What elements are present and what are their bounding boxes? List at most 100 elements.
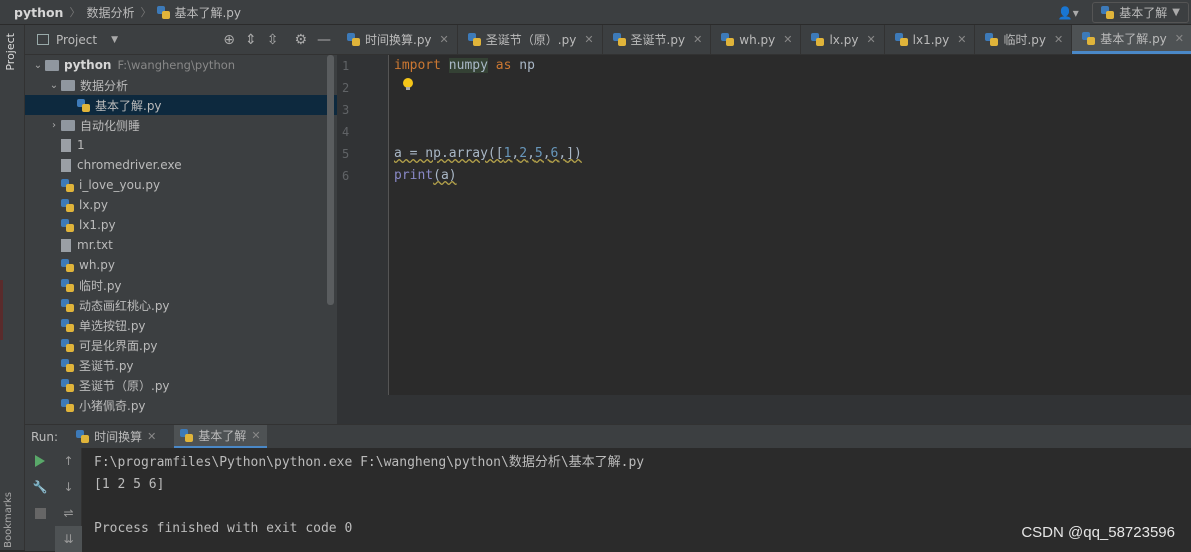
code-line-6[interactable]: print(a) (394, 165, 1191, 187)
close-icon[interactable]: ✕ (866, 33, 875, 46)
editor-tab[interactable]: lx1.py ✕ (885, 25, 976, 54)
tree-item[interactable]: wh.py (25, 255, 337, 275)
locate-icon[interactable]: ⊕ (223, 32, 235, 48)
python-file-icon (811, 33, 825, 46)
chevron-icon[interactable]: › (47, 120, 61, 131)
tree-item[interactable]: chromedriver.exe (25, 155, 337, 175)
project-view-icon (37, 34, 49, 45)
left-tool-strip: Project Bookmarks (0, 25, 25, 550)
tree-item[interactable]: › 自动化侧睡 (25, 115, 337, 135)
editor-tab[interactable]: lx.py ✕ (801, 25, 885, 54)
tree-item[interactable]: 可是化界面.py (25, 335, 337, 355)
code-line-1[interactable]: import numpy as np (394, 55, 1191, 77)
tree-item[interactable]: 动态画红桃心.py (25, 295, 337, 315)
close-icon[interactable]: ✕ (440, 33, 449, 46)
builtin-function: print (394, 168, 434, 183)
run-tool-window: Run: 时间换算 ✕ 基本了解 ✕ 🔧 ↑ ↓ ⇌ ⇊ F:\programfile… (25, 424, 1191, 552)
editor-tab[interactable]: wh.py ✕ (711, 25, 802, 54)
chevron-icon[interactable]: ⌄ (31, 60, 45, 71)
wrap-icon: ⇌ (63, 506, 74, 520)
project-view-selector[interactable]: Project (56, 33, 97, 47)
tree-item[interactable]: 临时.py (25, 275, 337, 295)
folder-icon (45, 59, 59, 71)
close-icon[interactable]: ✕ (584, 33, 593, 46)
code-line-3[interactable] (394, 99, 1191, 121)
project-scrollbar[interactable] (327, 55, 334, 305)
stop-button[interactable] (25, 500, 55, 526)
python-file-icon (61, 318, 74, 332)
tree-item[interactable]: 圣诞节（原）.py (25, 375, 337, 395)
tree-item[interactable]: 单选按钮.py (25, 315, 337, 335)
run-tab[interactable]: 时间换算 ✕ (70, 425, 162, 448)
close-icon[interactable]: ✕ (783, 33, 792, 46)
code-line-5[interactable]: a = np.array([1,2,5,6,]) (394, 143, 1191, 165)
soft-wrap-button[interactable]: ⇌ (55, 500, 82, 526)
line-number: 1 (342, 59, 350, 73)
close-icon[interactable]: ✕ (147, 430, 156, 443)
rerun-button[interactable] (25, 448, 55, 474)
chevron-icon[interactable]: ⌄ (47, 80, 61, 91)
tree-item[interactable]: lx.py (25, 195, 337, 215)
scroll-up-button[interactable]: ↑ (55, 448, 82, 474)
breadcrumb-file[interactable]: 基本了解.py (174, 4, 241, 21)
editor-tab[interactable]: 圣诞节.py ✕ (603, 25, 712, 54)
settings-button[interactable]: 🔧 (25, 474, 55, 500)
user-menu-button[interactable]: 👤▾ (1052, 3, 1084, 23)
close-icon[interactable]: ✕ (957, 33, 966, 46)
editor-tab[interactable]: 圣诞节（原）.py ✕ (458, 25, 603, 54)
text-file-icon (61, 158, 71, 172)
project-tool-tab[interactable]: Project (4, 33, 17, 71)
tree-item[interactable]: 基本了解.py (25, 95, 337, 115)
close-icon[interactable]: ✕ (1054, 33, 1063, 46)
keyword: as (495, 58, 512, 73)
python-file-icon (61, 378, 74, 392)
folder-icon (61, 119, 75, 131)
code-line-2[interactable] (394, 77, 1191, 99)
tree-item-path: F:\wangheng\python (117, 58, 236, 72)
breadcrumb-separator-icon: 〉 (140, 6, 152, 19)
gear-icon[interactable]: ⚙ (294, 32, 307, 48)
tree-item[interactable]: ⌄ 数据分析 (25, 75, 337, 95)
close-icon[interactable]: ✕ (251, 429, 260, 442)
tree-item[interactable]: 圣诞节.py (25, 355, 337, 375)
editor-tab-label: 时间换算.py (365, 33, 432, 47)
run-configuration-selector[interactable]: 基本了解 ▼ (1092, 2, 1189, 23)
editor-tab[interactable]: 时间换算.py ✕ (337, 25, 458, 54)
hide-icon[interactable]: — (317, 32, 331, 48)
breadcrumb-root[interactable]: python (14, 5, 63, 20)
wrench-icon: 🔧 (32, 480, 48, 494)
expand-all-icon[interactable]: ⇕ (245, 32, 257, 48)
bookmarks-tool-tab[interactable]: Bookmarks (3, 492, 14, 548)
tree-item[interactable]: i_love_you.py (25, 175, 337, 195)
tree-item[interactable]: mr.txt (25, 235, 337, 255)
tree-item[interactable]: ⌄ python F:\wangheng\python (25, 55, 337, 75)
python-file-icon (347, 33, 360, 46)
console-output[interactable]: F:\programfiles\Python\python.exe F:\wan… (94, 452, 644, 540)
breadcrumb-folder[interactable]: 数据分析 (86, 4, 134, 21)
close-icon[interactable]: ✕ (693, 33, 702, 46)
editor-tab[interactable]: 基本了解.py ✕ (1072, 25, 1191, 54)
code-text: a = np.array([ (394, 146, 504, 161)
tree-item[interactable]: 1 (25, 135, 337, 155)
number: 2 (519, 146, 528, 161)
run-header: Run: 时间换算 ✕ 基本了解 ✕ (25, 425, 1191, 448)
lightbulb-icon[interactable] (403, 78, 413, 91)
editor-tab[interactable]: 临时.py ✕ (975, 25, 1073, 54)
scroll-to-end-button[interactable]: ⇊ (55, 526, 82, 552)
tree-item[interactable]: 小猪佩奇.py (25, 395, 337, 415)
editor-tab-label: wh.py (739, 32, 776, 47)
chevron-down-icon[interactable]: ▼ (111, 35, 118, 45)
scroll-down-button[interactable]: ↓ (55, 474, 82, 500)
tree-item[interactable]: lx1.py (25, 215, 337, 235)
code-line-4[interactable] (394, 121, 1191, 143)
code-area[interactable]: import numpy as np a = np.array([1,2,5,6… (394, 55, 1191, 187)
editor-tab-label: lx.py (829, 32, 859, 47)
python-file-icon (1101, 6, 1115, 19)
collapse-all-icon[interactable]: ⇳ (267, 32, 279, 48)
run-tab[interactable]: 基本了解 ✕ (174, 425, 267, 448)
python-file-icon (61, 358, 74, 372)
tree-item-label: chromedriver.exe (77, 158, 182, 172)
close-icon[interactable]: ✕ (1175, 32, 1184, 45)
alias: np (519, 58, 535, 73)
